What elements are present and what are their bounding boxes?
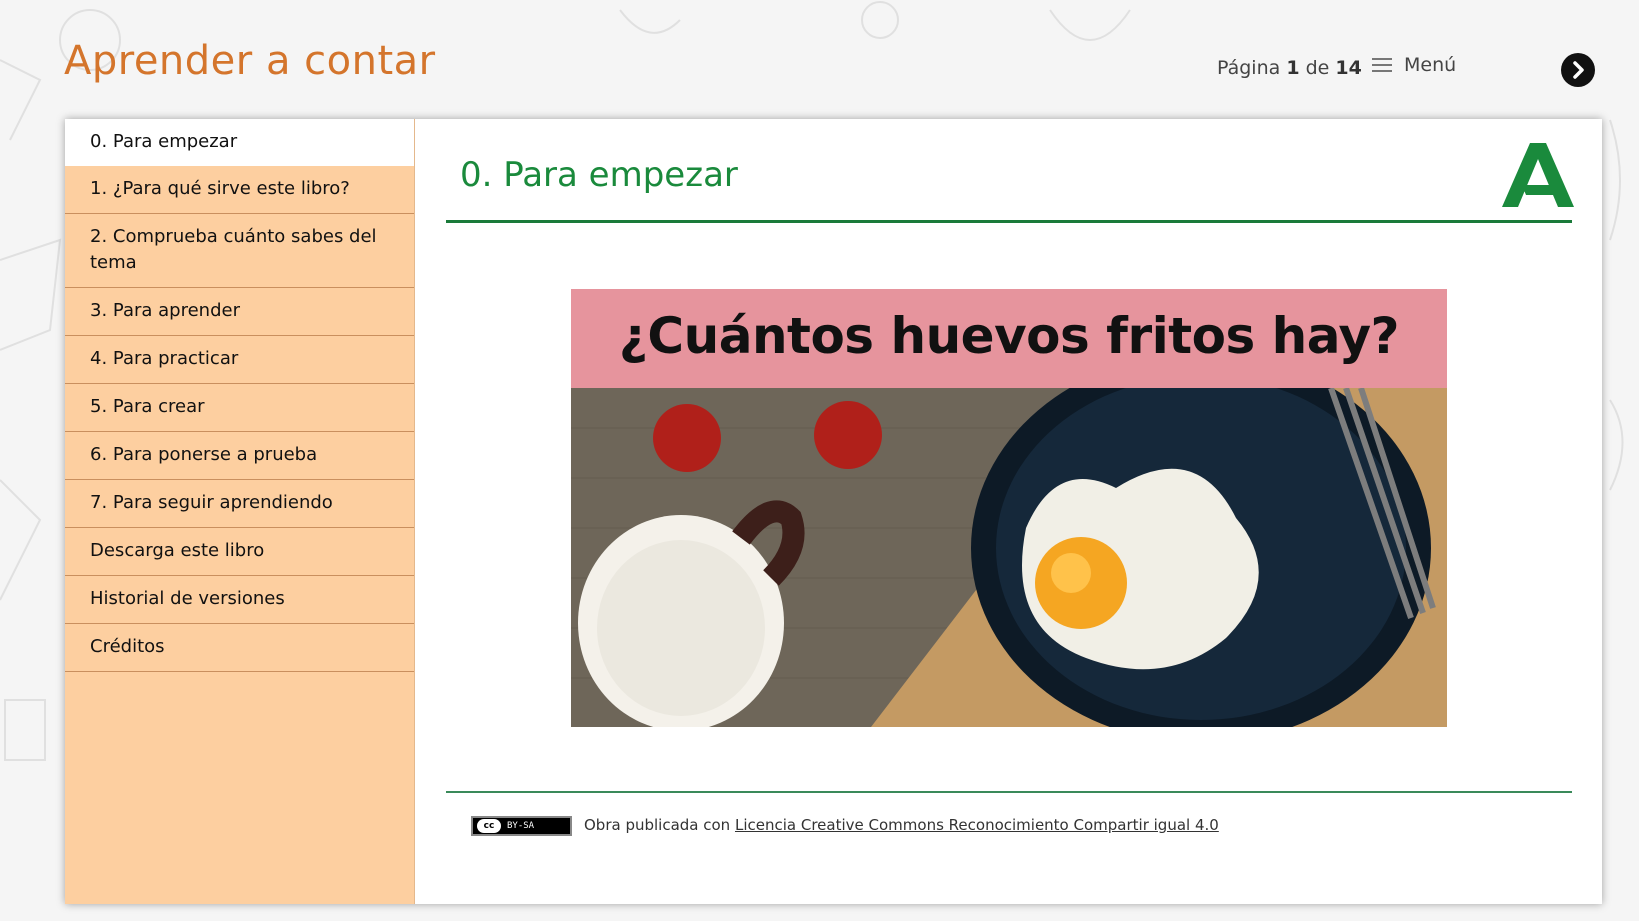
cc-by-sa-badge[interactable]: cc BY-SA: [471, 816, 572, 836]
sidebar-item-para-crear[interactable]: 5. Para crear: [65, 384, 414, 432]
sidebar-item-creditos[interactable]: Créditos: [65, 624, 414, 672]
hero-title: ¿Cuántos huevos fritos hay?: [618, 307, 1400, 365]
sidebar-item-comprueba[interactable]: 2. Comprueba cuánto sabes del tema: [65, 214, 414, 288]
junta-andalucia-logo: [1502, 143, 1574, 207]
chevron-right-icon: [1573, 61, 1584, 79]
main-content: 0. Para empezar ¿Cuántos huevos fritos h…: [415, 119, 1602, 904]
license-prefix: Obra publicada con: [584, 816, 731, 834]
sidebar-item-para-aprender[interactable]: 3. Para aprender: [65, 288, 414, 336]
by-sa-label: BY-SA: [507, 821, 535, 831]
next-page-button[interactable]: [1561, 53, 1595, 87]
footer-divider: [446, 791, 1572, 793]
cc-icon: cc: [477, 819, 501, 833]
heading-divider: [446, 220, 1572, 223]
book-card: 0. Para empezar 1. ¿Para qué sirve este …: [65, 119, 1602, 904]
sidebar-item-para-empezar[interactable]: 0. Para empezar: [65, 119, 414, 166]
fried-egg-photo: [571, 388, 1447, 727]
license-link[interactable]: Licencia Creative Commons Reconocimiento…: [735, 816, 1219, 834]
chapter-sidebar: 0. Para empezar 1. ¿Para qué sirve este …: [65, 119, 415, 904]
license-notice: Obra publicada con Licencia Creative Com…: [584, 816, 1219, 834]
pager-middle: de: [1305, 57, 1330, 79]
pager-total: 14: [1335, 57, 1362, 79]
page-title: 0. Para empezar: [460, 155, 738, 195]
pager-prefix: Página: [1217, 57, 1281, 79]
sidebar-item-para-practicar[interactable]: 4. Para practicar: [65, 336, 414, 384]
sidebar-item-seguir-aprendiendo[interactable]: 7. Para seguir aprendiendo: [65, 480, 414, 528]
menu-label: Menú: [1404, 54, 1457, 76]
sidebar-item-ponerse-a-prueba[interactable]: 6. Para ponerse a prueba: [65, 432, 414, 480]
pager-current: 1: [1286, 57, 1300, 79]
hero-image: ¿Cuántos huevos fritos hay?: [571, 289, 1447, 727]
page-indicator: Página 1 de 14: [1217, 57, 1362, 79]
sidebar-item-descarga[interactable]: Descarga este libro: [65, 528, 414, 576]
sidebar-item-historial[interactable]: Historial de versiones: [65, 576, 414, 624]
menu-button[interactable]: Menú: [1372, 54, 1456, 76]
app-title: Aprender a contar: [64, 38, 436, 84]
sidebar-item-para-que-sirve[interactable]: 1. ¿Para qué sirve este libro?: [65, 166, 414, 214]
hamburger-icon: [1372, 58, 1392, 72]
